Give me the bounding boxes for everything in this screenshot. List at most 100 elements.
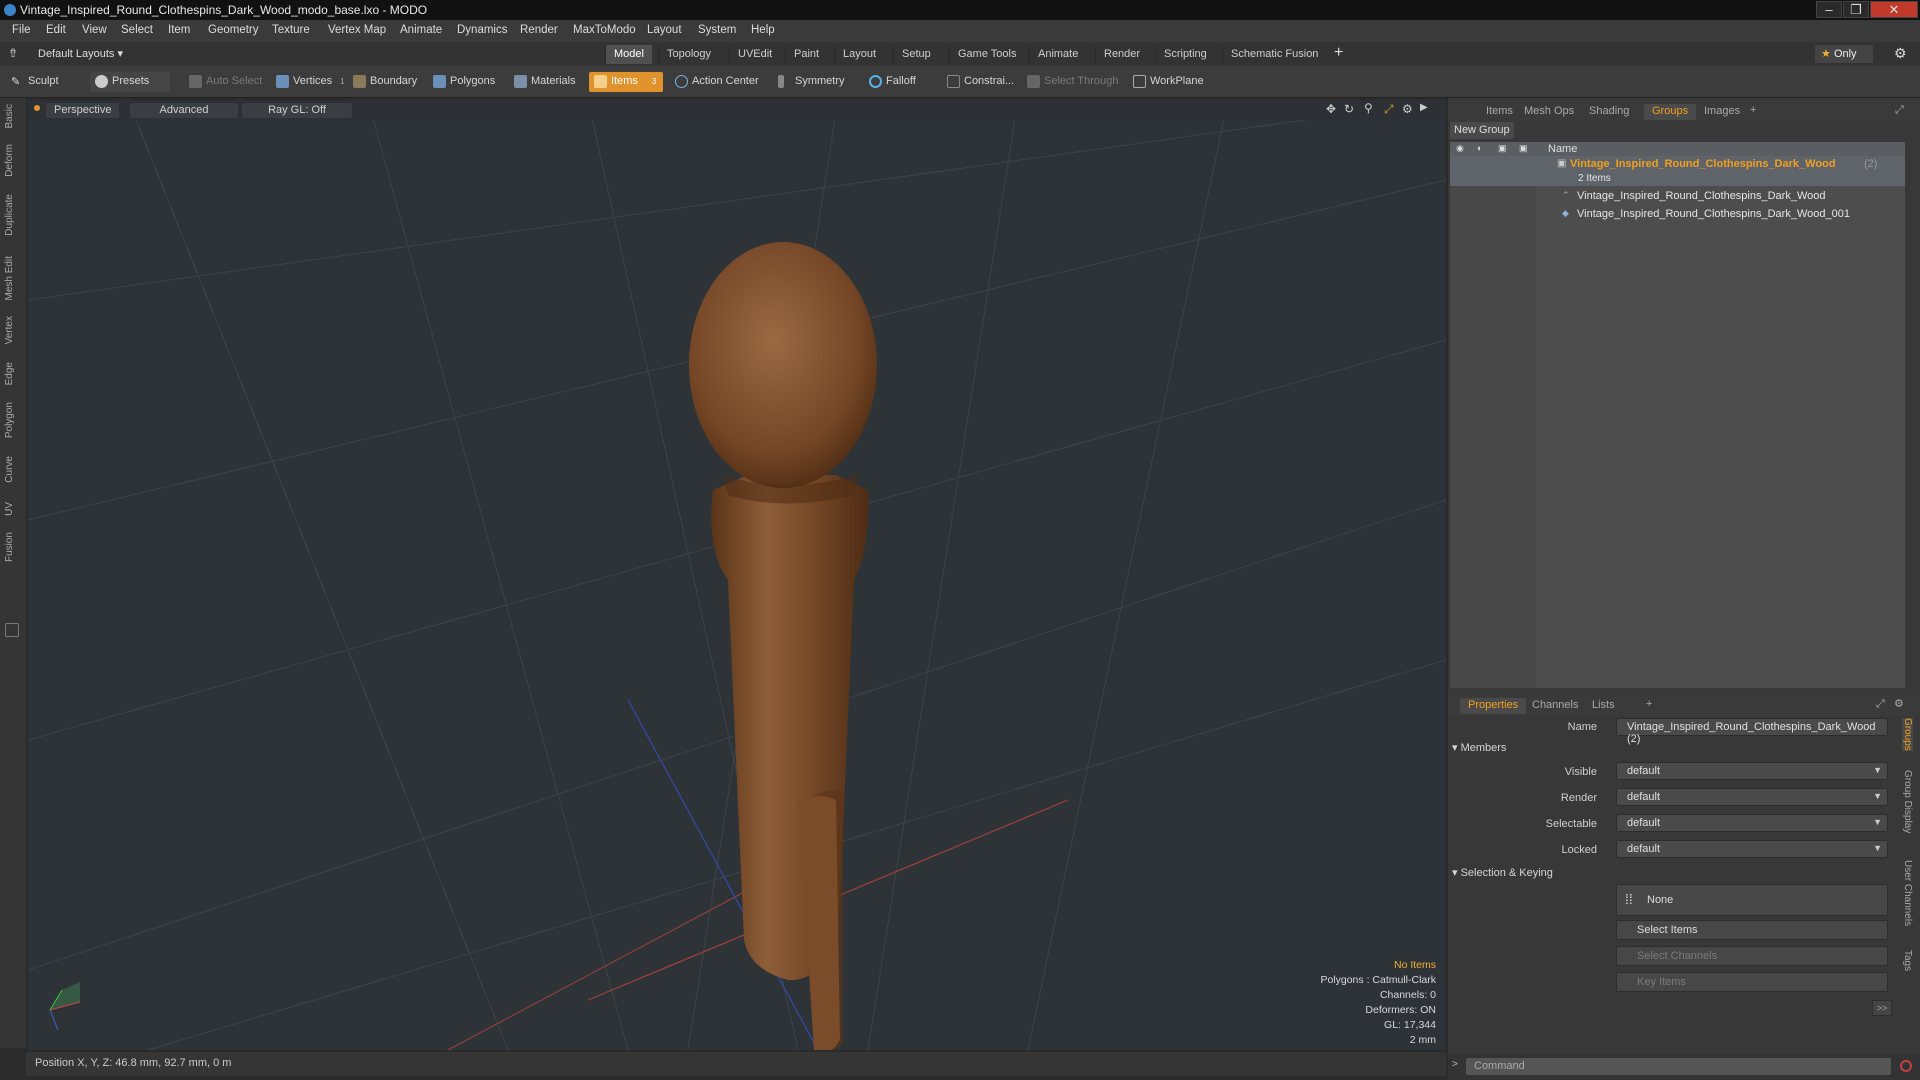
lefttab-duplicate[interactable]: Duplicate	[4, 194, 15, 236]
tab-paint[interactable]: Paint	[785, 45, 827, 64]
menu-select[interactable]: Select	[121, 24, 153, 36]
group-row[interactable]: ▣ Vintage_Inspired_Round_Clothespins_Dar…	[1450, 156, 1905, 186]
vertices-button[interactable]: Vertices 1	[271, 72, 351, 92]
tab-game-tools[interactable]: Game Tools	[949, 45, 1025, 64]
tab-model[interactable]: Model	[605, 45, 652, 64]
tab-render[interactable]: Render	[1095, 45, 1148, 64]
layout-arrow-icon[interactable]: ⇮	[8, 46, 18, 60]
fit-icon[interactable]: ⤢	[1384, 102, 1394, 117]
tab-topology[interactable]: Topology	[658, 45, 719, 64]
eye-icon[interactable]: ◉	[1456, 143, 1464, 154]
members-section[interactable]: ▾ Members	[1452, 741, 1506, 754]
viewport-menu-icon[interactable]: ▶	[1420, 102, 1428, 113]
constrain-button[interactable]: Constrai...	[942, 72, 1020, 92]
tree-item-locator[interactable]: ⌃ Vintage_Inspired_Round_Clothespins_Dar…	[1450, 188, 1905, 205]
3d-viewport[interactable]: Perspective Advanced Ray GL: Off ✥ ↻ ⚲ ⤢…	[28, 100, 1446, 1050]
menu-system[interactable]: System	[698, 24, 736, 36]
selectable-select[interactable]: default ▼	[1616, 814, 1888, 832]
select-items-button[interactable]: Select Items	[1616, 920, 1888, 940]
raygl-button[interactable]: Ray GL: Off	[242, 103, 352, 118]
menu-dynamics[interactable]: Dynamics	[457, 24, 507, 36]
menu-vertex-map[interactable]: Vertex Map	[328, 24, 386, 36]
none-button[interactable]: ⁞⁞ None	[1616, 884, 1888, 916]
zoom-icon[interactable]: ⚲	[1364, 101, 1373, 115]
lefttab-basic[interactable]: Basic	[4, 104, 15, 128]
menu-edit[interactable]: Edit	[46, 24, 66, 36]
boundary-button[interactable]: Boundary	[348, 72, 423, 92]
key-items-button[interactable]: Key Items	[1616, 972, 1888, 992]
command-input[interactable]: Command	[1466, 1058, 1891, 1075]
panel-toggle-icon[interactable]	[5, 623, 19, 637]
sculpt-button[interactable]: ✎ Sculpt	[6, 72, 65, 92]
menu-help[interactable]: Help	[751, 24, 775, 36]
more-button[interactable]: >>	[1872, 1000, 1892, 1016]
lefttab-uv[interactable]: UV	[4, 502, 15, 516]
tab-scripting[interactable]: Scripting	[1155, 45, 1215, 64]
items-button[interactable]: Items 3	[589, 72, 663, 92]
tab-layout[interactable]: Layout	[834, 45, 884, 64]
lefttab-polygon[interactable]: Polygon	[4, 402, 15, 438]
menu-view[interactable]: View	[82, 24, 107, 36]
add-tab-button[interactable]: +	[1334, 44, 1343, 62]
workplane-button[interactable]: WorkPlane	[1128, 72, 1210, 92]
tab-setup[interactable]: Setup	[893, 45, 939, 64]
close-button[interactable]: ✕	[1870, 1, 1918, 18]
materials-button[interactable]: Materials	[509, 72, 582, 92]
menu-texture[interactable]: Texture	[272, 24, 310, 36]
lefttab-mesh-edit[interactable]: Mesh Edit	[4, 256, 15, 300]
sidetab-tags[interactable]: Tags	[1902, 950, 1913, 971]
name-field[interactable]: Vintage_Inspired_Round_Clothespins_Dark_…	[1616, 718, 1888, 745]
menu-render[interactable]: Render	[520, 24, 558, 36]
menu-layout[interactable]: Layout	[647, 24, 682, 36]
menu-file[interactable]: File	[12, 24, 31, 36]
select-channels-button[interactable]: Select Channels	[1616, 946, 1888, 966]
record-icon[interactable]	[1900, 1060, 1912, 1072]
perspective-button[interactable]: Perspective	[46, 103, 120, 118]
clothespin-model[interactable]	[689, 242, 877, 1050]
falloff-button[interactable]: Falloff	[864, 72, 922, 92]
tree-item-mesh[interactable]: ◆ Vintage_Inspired_Round_Clothespins_Dar…	[1450, 206, 1905, 223]
tab-mesh-ops[interactable]: Mesh Ops	[1516, 104, 1582, 120]
lefttab-curve[interactable]: Curve	[4, 456, 15, 483]
tab-shading[interactable]: Shading	[1581, 104, 1637, 120]
lefttab-deform[interactable]: Deform	[4, 144, 15, 177]
advanced-button[interactable]: Advanced	[130, 103, 238, 118]
menu-animate[interactable]: Animate	[400, 24, 442, 36]
tab-uvedit[interactable]: UVEdit	[729, 45, 780, 64]
tab-schematic-fusion[interactable]: Schematic Fusion	[1222, 45, 1326, 64]
default-layouts-dropdown[interactable]: Default Layouts ▾	[38, 47, 123, 60]
rotate-icon[interactable]: ↻	[1344, 102, 1354, 116]
tab-properties[interactable]: Properties	[1460, 698, 1527, 714]
select-through-button[interactable]: Select Through	[1022, 72, 1124, 92]
lefttab-vertex[interactable]: Vertex	[4, 316, 15, 344]
pan-icon[interactable]: ✥	[1326, 102, 1336, 116]
sidetab-group-display[interactable]: Group Display	[1902, 770, 1913, 833]
expand-properties-icon[interactable]: ⤢	[1876, 698, 1885, 711]
menu-geometry[interactable]: Geometry	[208, 24, 259, 36]
tab-channels[interactable]: Channels	[1524, 698, 1586, 714]
visible-select[interactable]: default ▼	[1616, 762, 1888, 780]
tab-items[interactable]: Items	[1478, 104, 1521, 120]
lock-icon[interactable]: ▣	[1498, 143, 1507, 154]
render-select[interactable]: default ▼	[1616, 788, 1888, 806]
tab-groups[interactable]: Groups	[1644, 104, 1697, 120]
lefttab-fusion[interactable]: Fusion	[4, 532, 15, 562]
locked-select[interactable]: default ▼	[1616, 840, 1888, 858]
action-center-button[interactable]: Action Center	[670, 72, 765, 92]
expand-icon[interactable]: ⤢	[1895, 104, 1904, 117]
viewport-settings-icon[interactable]: ⚙	[1402, 102, 1413, 116]
name-column-header[interactable]: Name	[1548, 143, 1577, 155]
presets-button[interactable]: Presets	[90, 72, 170, 92]
selection-keying-section[interactable]: ▾ Selection & Keying	[1452, 866, 1553, 879]
add-properties-tab-button[interactable]: +	[1646, 698, 1652, 710]
menu-maxtomodo[interactable]: MaxToModo	[573, 24, 636, 36]
tab-images[interactable]: Images	[1696, 104, 1748, 120]
polygons-button[interactable]: Polygons	[428, 72, 501, 92]
only-toggle[interactable]: ★ Only	[1815, 45, 1873, 63]
auto-select-button[interactable]: Auto Select	[184, 72, 268, 92]
tab-lists[interactable]: Lists	[1584, 698, 1623, 714]
sidetab-groups[interactable]: Groups	[1902, 718, 1913, 751]
new-group-button[interactable]: New Group	[1450, 122, 1514, 139]
add-panel-tab-button[interactable]: +	[1750, 104, 1756, 116]
symmetry-button[interactable]: Symmetry	[773, 72, 851, 92]
